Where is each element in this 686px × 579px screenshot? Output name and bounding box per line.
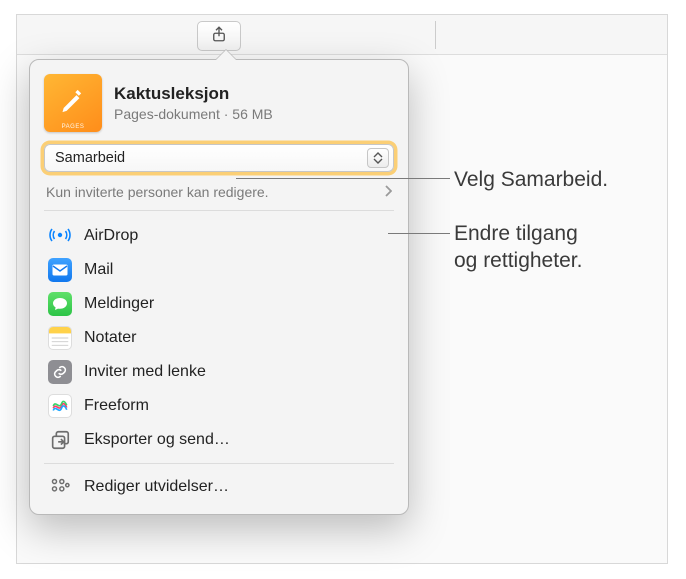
export-icon [48, 428, 72, 452]
freeform-icon [48, 394, 72, 418]
link-icon [48, 360, 72, 384]
share-options-list: AirDrop Mail Meldinger Notater [44, 219, 394, 457]
share-option-label: Notater [84, 329, 136, 347]
chevron-right-icon [384, 184, 392, 200]
share-option-label: Inviter med lenke [84, 363, 206, 381]
share-button[interactable] [197, 21, 241, 51]
permissions-row[interactable]: Kun inviterte personer kan redigere. [44, 180, 394, 211]
share-option-label: AirDrop [84, 227, 138, 245]
mail-icon [48, 258, 72, 282]
airdrop-icon [48, 224, 72, 248]
messages-icon [48, 292, 72, 316]
callout-leader-line [388, 233, 450, 234]
share-option-export-send[interactable]: Eksporter og send… [44, 423, 394, 457]
document-title: Kaktusleksjon [114, 84, 273, 104]
toolbar-separator [435, 21, 436, 49]
share-option-airdrop[interactable]: AirDrop [44, 219, 394, 253]
callout-select-collaboration: Velg Samarbeid. [454, 166, 608, 193]
callout-leader-line [236, 178, 450, 179]
collab-select-label: Samarbeid [55, 150, 367, 166]
thumb-format-label: PAGES [44, 124, 102, 130]
extensions-icon [48, 475, 72, 499]
toolbar [17, 15, 667, 55]
callout-change-permissions: Endre tilgang og rettigheter. [454, 220, 582, 275]
share-option-invite-link[interactable]: Inviter med lenke [44, 355, 394, 389]
share-option-label: Eksporter og send… [84, 431, 230, 449]
notes-icon [48, 326, 72, 350]
list-divider [44, 463, 394, 464]
document-thumbnail: PAGES [44, 74, 102, 132]
share-option-label: Mail [84, 261, 113, 279]
share-option-notes[interactable]: Notater [44, 321, 394, 355]
window-frame: PAGES Kaktusleksjon Pages-dokument · 56 … [16, 14, 668, 564]
share-option-mail[interactable]: Mail [44, 253, 394, 287]
document-header: PAGES Kaktusleksjon Pages-dokument · 56 … [44, 74, 394, 132]
updown-stepper-icon [367, 148, 389, 168]
share-option-freeform[interactable]: Freeform [44, 389, 394, 423]
share-option-label: Freeform [84, 397, 149, 415]
permissions-text: Kun inviterte personer kan redigere. [46, 184, 384, 200]
edit-extensions-label: Rediger utvidelser… [84, 478, 229, 496]
share-icon [210, 24, 228, 48]
collaboration-mode-select[interactable]: Samarbeid [44, 144, 394, 172]
edit-extensions[interactable]: Rediger utvidelser… [44, 470, 394, 504]
share-option-label: Meldinger [84, 295, 154, 313]
share-option-messages[interactable]: Meldinger [44, 287, 394, 321]
share-popover: PAGES Kaktusleksjon Pages-dokument · 56 … [29, 59, 409, 515]
document-subtitle: Pages-dokument · 56 MB [114, 106, 273, 122]
